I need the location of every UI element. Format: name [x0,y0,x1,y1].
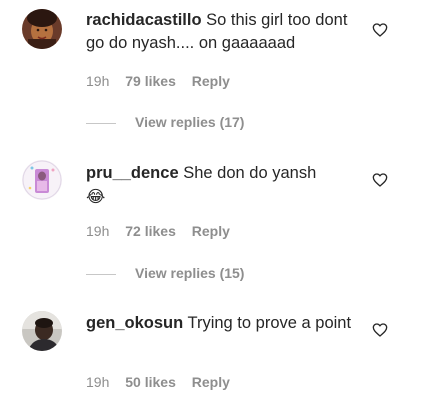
view-replies-label[interactable]: View replies (17) [135,114,244,130]
comment-time[interactable]: 19h [86,374,109,390]
avatar[interactable] [22,160,62,200]
heart-outline-icon[interactable] [372,172,388,188]
avatar[interactable] [22,9,62,49]
comment-likes[interactable]: 72 likes [125,223,176,239]
reply-button[interactable]: Reply [192,73,230,89]
reply-button[interactable]: Reply [192,223,230,239]
comment-username[interactable]: pru__dence [86,164,179,182]
comment-text: pru__dence She don do yansh 😂 [86,162,356,209]
comment-text: gen_okosun Trying to prove a point [86,312,356,335]
view-replies-button[interactable]: View replies (15) [86,265,286,285]
comment-meta: 19h 79 likes Reply [86,73,242,89]
heart-outline-icon[interactable] [372,322,388,338]
view-replies-button[interactable]: View replies (17) [86,114,286,134]
comment-username[interactable]: rachidacastillo [86,11,202,29]
comment-meta: 19h 50 likes Reply [86,374,242,390]
comment-time[interactable]: 19h [86,73,109,89]
comment-likes[interactable]: 50 likes [125,374,176,390]
reply-button[interactable]: Reply [192,374,230,390]
heart-outline-icon[interactable] [372,22,388,38]
comment-time[interactable]: 19h [86,223,109,239]
comment-username[interactable]: gen_okosun [86,314,183,332]
comment-meta: 19h 72 likes Reply [86,223,242,239]
comment-body: She don do yansh [183,164,317,182]
avatar[interactable] [22,311,62,351]
comment-text: rachidacastillo So this girl too dont go… [86,9,356,55]
view-replies-label[interactable]: View replies (15) [135,265,244,281]
comment-likes[interactable]: 79 likes [125,73,176,89]
laughing-emoji-icon: 😂 [86,188,106,206]
comment-body: Trying to prove a point [187,314,352,332]
replies-divider [86,274,116,275]
replies-divider [86,123,116,124]
